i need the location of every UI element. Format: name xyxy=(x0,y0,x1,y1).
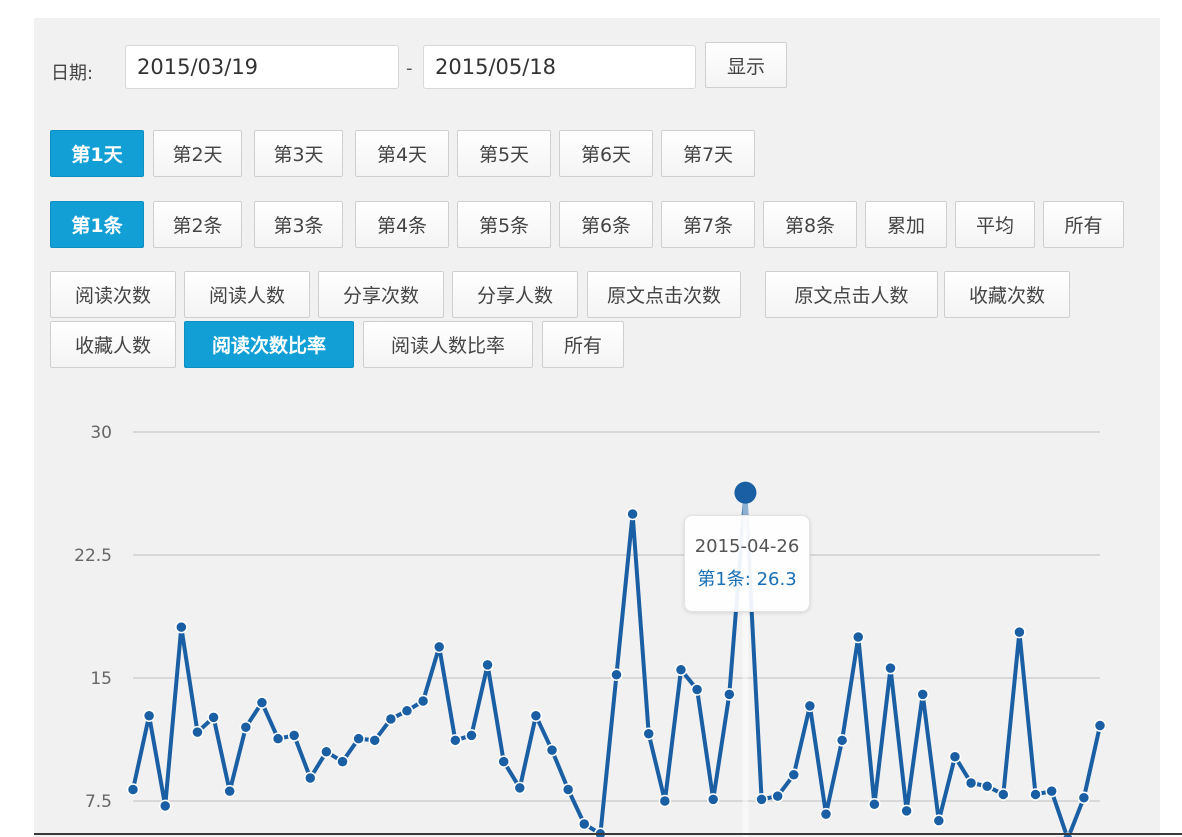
data-point[interactable] xyxy=(223,784,236,798)
tooltip-date: 2015-04-26 xyxy=(694,536,800,557)
data-point[interactable] xyxy=(497,755,510,768)
data-point[interactable] xyxy=(255,696,269,709)
data-point[interactable] xyxy=(465,729,478,742)
data-point[interactable] xyxy=(626,507,639,521)
data-point[interactable] xyxy=(481,658,494,672)
data-point[interactable] xyxy=(368,734,381,747)
data-point[interactable] xyxy=(126,783,140,796)
data-point[interactable] xyxy=(658,794,672,808)
series-line xyxy=(131,490,1102,837)
data-point[interactable] xyxy=(997,788,1010,801)
data-point[interactable] xyxy=(706,793,720,806)
data-point[interactable] xyxy=(449,734,462,747)
data-point[interactable] xyxy=(384,712,398,726)
data-point[interactable] xyxy=(852,630,865,644)
data-point[interactable] xyxy=(674,663,688,677)
data-point[interactable] xyxy=(980,779,994,793)
highlighted-data-point[interactable] xyxy=(734,481,757,504)
data-point[interactable] xyxy=(352,732,365,745)
data-point[interactable] xyxy=(239,720,253,734)
data-point[interactable] xyxy=(336,755,349,768)
data-point[interactable] xyxy=(191,725,204,739)
data-point[interactable] xyxy=(964,776,978,790)
data-point[interactable] xyxy=(723,688,736,701)
data-point[interactable] xyxy=(1013,625,1026,639)
data-point[interactable] xyxy=(1029,788,1042,801)
window-bottom-border xyxy=(34,833,1182,835)
y-tick-label-1: 30 xyxy=(90,423,112,443)
data-point[interactable] xyxy=(400,704,414,718)
data-point[interactable] xyxy=(771,789,784,803)
data-point[interactable] xyxy=(416,694,430,708)
data-point[interactable] xyxy=(803,699,817,713)
line-chart: 30 22.5 15 7.5 xyxy=(74,423,1107,837)
data-point[interactable] xyxy=(1045,784,1058,798)
data-point[interactable] xyxy=(610,668,623,681)
y-axis-ticks: 30 22.5 15 7.5 xyxy=(74,423,112,812)
chart-grid xyxy=(133,431,1100,802)
data-point[interactable] xyxy=(432,640,446,654)
data-point[interactable] xyxy=(304,771,317,785)
data-point[interactable] xyxy=(755,793,768,806)
data-point[interactable] xyxy=(835,734,849,747)
data-point[interactable] xyxy=(175,620,188,634)
data-point[interactable] xyxy=(948,750,962,763)
data-point[interactable] xyxy=(561,783,575,796)
data-point[interactable] xyxy=(142,709,156,722)
data-point[interactable] xyxy=(545,743,559,757)
y-tick-label-2: 22.5 xyxy=(74,546,112,566)
data-point[interactable] xyxy=(529,709,543,722)
data-point[interactable] xyxy=(578,817,591,831)
data-point[interactable] xyxy=(271,732,285,745)
chart-tooltip: 2015-04-26 第1条: 26.3 xyxy=(684,515,810,612)
data-point[interactable] xyxy=(513,781,527,795)
tooltip-value: 第1条: 26.3 xyxy=(697,569,797,590)
data-point[interactable] xyxy=(900,804,913,818)
data-point[interactable] xyxy=(1077,791,1091,804)
data-point[interactable] xyxy=(158,799,172,813)
y-tick-label-4: 7.5 xyxy=(85,792,112,812)
data-point[interactable] xyxy=(1093,719,1107,732)
data-point[interactable] xyxy=(207,711,220,724)
stats-panel: 日期: - 显示 第1天第2天第3天第4天第5天第6天第7天 第1条第2条第3条… xyxy=(34,18,1160,837)
y-tick-label-3: 15 xyxy=(90,669,112,689)
data-point[interactable] xyxy=(287,729,301,742)
data-point[interactable] xyxy=(642,727,655,741)
data-point[interactable] xyxy=(690,683,704,696)
data-point[interactable] xyxy=(884,661,897,675)
data-point[interactable] xyxy=(868,798,881,811)
data-point[interactable] xyxy=(787,768,801,782)
data-point[interactable] xyxy=(320,745,333,759)
data-point[interactable] xyxy=(932,814,946,827)
data-point[interactable] xyxy=(916,688,929,701)
data-point[interactable] xyxy=(819,807,833,821)
